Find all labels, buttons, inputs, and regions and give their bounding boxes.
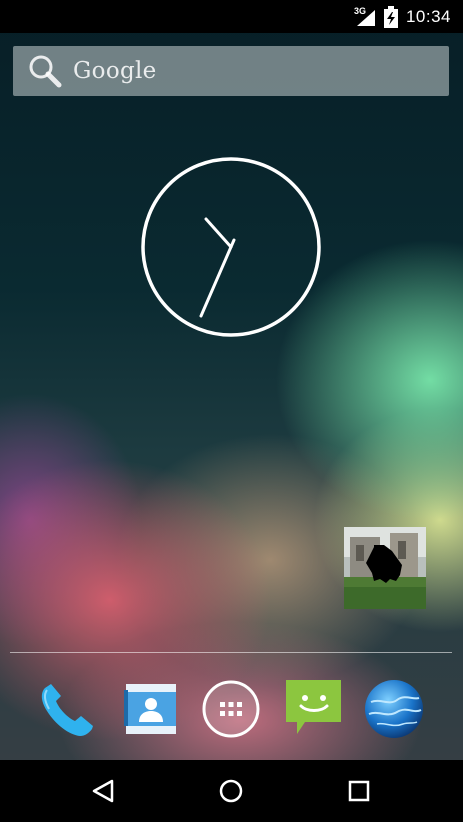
app-drawer-button[interactable] (200, 678, 262, 740)
back-icon[interactable] (88, 776, 118, 806)
signal-icon: 3G (354, 6, 376, 28)
navigation-bar (0, 760, 463, 822)
globe-icon (365, 680, 423, 738)
phone-app-button[interactable] (35, 678, 97, 740)
dock-divider (10, 652, 452, 653)
status-bar: 3G 10:34 (0, 0, 463, 33)
recents-icon[interactable] (344, 776, 374, 806)
hour-hand (204, 217, 233, 249)
messaging-icon (286, 680, 341, 734)
status-time: 10:34 (405, 6, 451, 26)
search-label: Google (73, 58, 157, 84)
home-icon[interactable] (216, 776, 246, 806)
browser-app-button[interactable] (363, 678, 425, 740)
app-drawer-icon (202, 680, 260, 738)
analog-clock-widget[interactable] (140, 156, 322, 338)
status-icons: 3G 10:34 (354, 0, 451, 33)
minute-hand (199, 238, 236, 318)
contacts-app-button[interactable] (118, 678, 180, 740)
phone-icon (41, 684, 93, 736)
contacts-icon (124, 684, 176, 734)
google-search-bar[interactable]: Google (13, 46, 449, 96)
messaging-app-button[interactable] (283, 678, 345, 740)
photo-widget[interactable] (344, 527, 426, 609)
battery-charging-icon (383, 5, 398, 28)
search-icon (29, 55, 62, 88)
